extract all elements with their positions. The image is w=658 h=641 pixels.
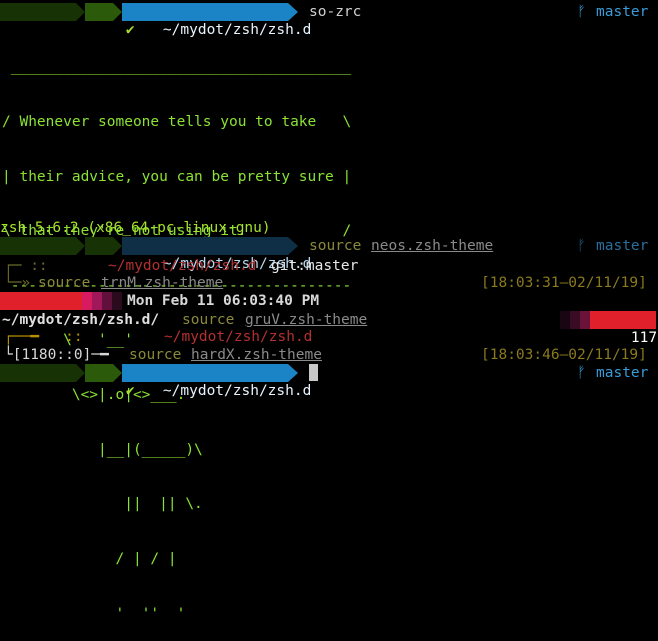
- cowsay-line: / Whenever someone tells you to take \: [2, 114, 352, 131]
- status-badge: 1179:0: [590, 311, 658, 346]
- command-argument: hardX.zsh-theme: [191, 347, 322, 363]
- color-bar: [560, 311, 570, 329]
- color-bar: [570, 311, 580, 329]
- trnm-prefix: └─»: [4, 275, 31, 291]
- clock-text: Mon Feb 11 06:03:40 PM: [127, 293, 320, 309]
- cowsay-line: _______________________________________: [2, 59, 352, 76]
- powerline-separator-icon: [288, 364, 298, 382]
- powerline-separator-icon: [113, 364, 122, 382]
- git-branch-icon: ᚠ: [577, 4, 586, 20]
- prompt-status-segment: [0, 364, 76, 382]
- hardx-prefix: ┌──━ ::: [4, 329, 83, 345]
- powerline-separator-icon: [76, 364, 85, 382]
- terminal-cursor[interactable]: [309, 364, 318, 382]
- path-segment: ~/mydot/zsh/zsh.d: [122, 3, 311, 38]
- command-keyword: source: [309, 238, 362, 254]
- color-bar: [102, 292, 112, 310]
- gruv-line: ~/mydot/zsh/zsh.d/ source gruV.zsh-theme…: [0, 311, 658, 346]
- clock-line: Mon Feb 11 06:03:40 PM: [0, 292, 658, 310]
- hardx-line-1: ┌──━ :: ~/mydot/zsh/zsh.d: [0, 328, 658, 346]
- prompt-status-segment: [0, 3, 76, 21]
- command-keyword: source: [38, 275, 91, 291]
- git-branch-icon: ᚠ: [577, 238, 586, 254]
- powerline-separator-icon: [288, 3, 298, 21]
- color-bar: [92, 292, 102, 310]
- status-segment: [85, 237, 113, 255]
- command-keyword: source: [182, 312, 235, 328]
- color-bar: [580, 311, 590, 329]
- prompt-line-1: ✔ ~/mydot/zsh/zsh.d so-zrc ᚠ master: [0, 3, 658, 38]
- current-path: ~/mydot/zsh/zsh.d: [164, 329, 313, 345]
- timestamp: [18:03:46—02/11/19]: [481, 347, 647, 363]
- hardx-line-2: └[1180::0]─━ source hardX.zsh-theme [18:…: [0, 346, 658, 364]
- cowsay-line: ' '' ': [2, 605, 186, 622]
- cowsay-line: / | / |: [2, 550, 177, 567]
- current-path: ~/mydot/zsh/zsh.d: [108, 258, 257, 274]
- git-branch-name: master: [596, 365, 649, 381]
- color-bar: [112, 292, 122, 310]
- trnm-line-2: └─» source trnM.zsh-theme [18:03:31—02/1…: [0, 274, 658, 292]
- path-segment: ~/mydot/zsh/zsh.d: [122, 237, 311, 272]
- current-path: ~/mydot/zsh/zsh.d: [162, 383, 312, 399]
- current-path: ~/mydot/zsh/zsh.d/: [2, 312, 160, 328]
- trnm-prefix: ┌─ ::: [4, 258, 48, 274]
- check-segment: ✔: [85, 3, 135, 38]
- trnm-line-1: ┌─ :: ~/mydot/zsh/zsh.d git:master: [0, 257, 658, 275]
- typed-command: so-zrc: [309, 4, 362, 20]
- command-argument: neos.zsh-theme: [371, 238, 494, 254]
- powerline-separator-icon: [76, 3, 85, 21]
- cowsay-line: || || \.: [2, 496, 203, 513]
- hardx-bracket: └[1180::0]─━: [4, 347, 109, 363]
- color-bar: [82, 292, 92, 310]
- command-keyword: source: [129, 347, 182, 363]
- powerline-separator-icon: [76, 237, 85, 255]
- version-line: zsh 5.6.2 (x86_64-pc-linux-gnu): [0, 220, 271, 236]
- git-branch-name: master: [596, 4, 649, 20]
- command-argument: gruV.zsh-theme: [245, 312, 368, 328]
- prompt-line-3: ✔ ~/mydot/zsh/zsh.d ᚠ master: [0, 364, 658, 399]
- prompt-line-2: ~/mydot/zsh/zsh.d source neos.zsh-theme …: [0, 237, 658, 272]
- git-branch-name: master: [596, 238, 649, 254]
- cowsay-line: | their advice, you can be pretty sure |: [2, 168, 352, 185]
- git-branch-icon: ᚠ: [577, 365, 586, 381]
- git-status: git:master: [271, 258, 359, 274]
- color-bar: [0, 292, 82, 310]
- powerline-separator-icon: [113, 3, 122, 21]
- cowsay-line: |__|(_____)\: [2, 441, 203, 458]
- powerline-separator-icon: [288, 237, 298, 255]
- prompt-status-segment: [0, 237, 76, 255]
- check-segment: ✔: [85, 364, 135, 399]
- command-argument: trnM.zsh-theme: [101, 275, 224, 291]
- powerline-separator-icon: [113, 237, 122, 255]
- path-segment: ~/mydot/zsh/zsh.d: [122, 364, 311, 399]
- timestamp: [18:03:31—02/11/19]: [481, 275, 647, 291]
